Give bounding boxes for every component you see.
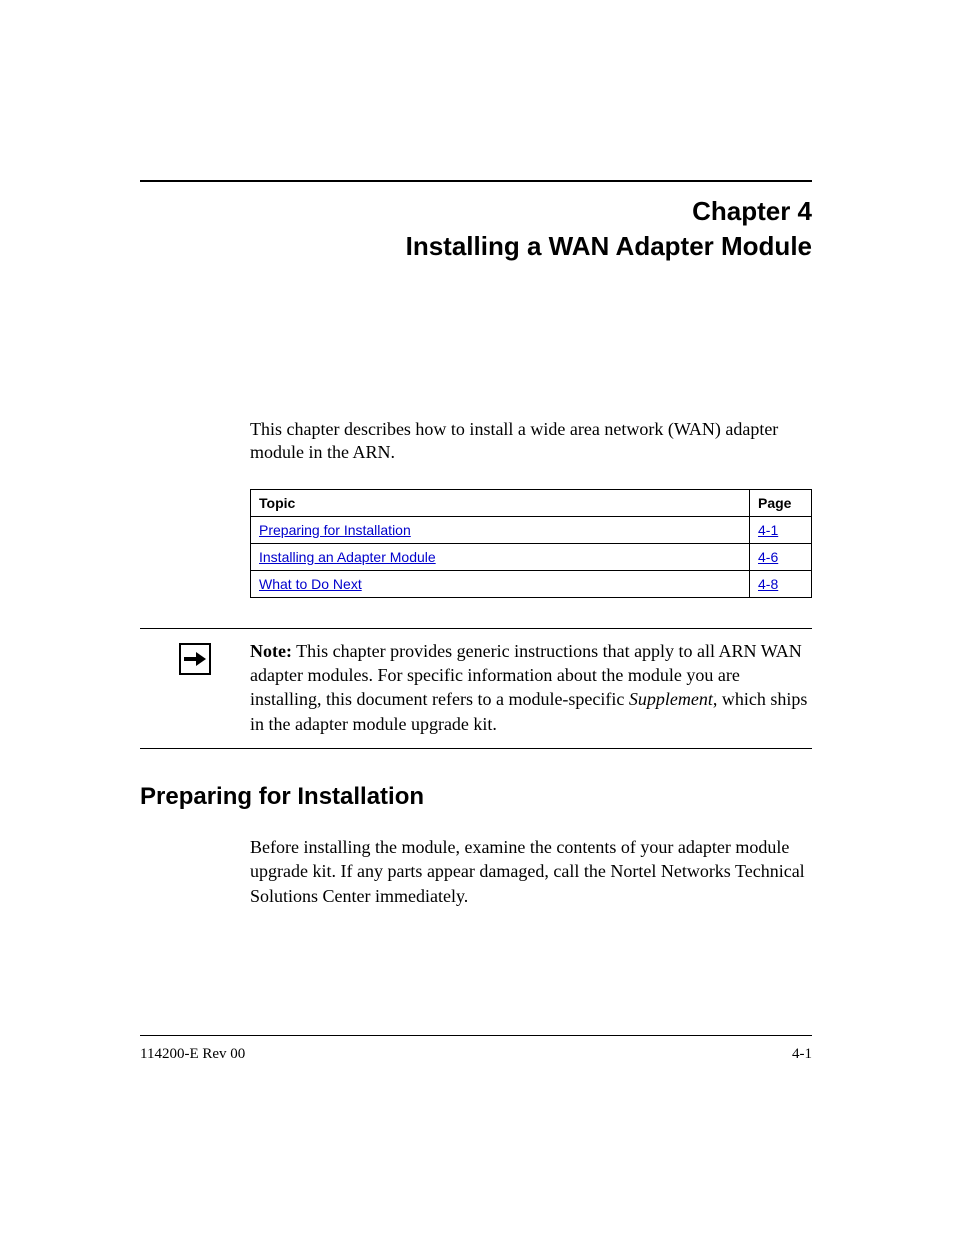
toc-page-next[interactable]: 4-8 (758, 576, 778, 592)
table-header-row: Topic Page (251, 489, 812, 516)
arrow-right-icon (179, 643, 211, 675)
toc-header-topic: Topic (251, 489, 750, 516)
toc-page-preparing[interactable]: 4-1 (758, 522, 778, 538)
note-block: Note: This chapter provides generic inst… (140, 628, 812, 749)
toc-header-page: Page (750, 489, 812, 516)
toc-link-preparing[interactable]: Preparing for Installation (259, 522, 411, 538)
chapter-title: Installing a WAN Adapter Module (140, 231, 812, 262)
intro-paragraph: This chapter describes how to install a … (250, 418, 812, 465)
section-body-preparing: Before installing the module, examine th… (250, 835, 812, 908)
note-label: Note: (250, 641, 292, 661)
footer-doc-id: 114200-E Rev 00 (140, 1046, 245, 1063)
table-row: Preparing for Installation 4-1 (251, 516, 812, 543)
toc-page-installing[interactable]: 4-6 (758, 549, 778, 565)
table-row: What to Do Next 4-8 (251, 570, 812, 597)
chapter-number: Chapter 4 (140, 196, 812, 227)
top-rule (140, 180, 812, 182)
toc-link-next[interactable]: What to Do Next (259, 576, 362, 592)
toc-table: Topic Page Preparing for Installation 4-… (250, 489, 812, 598)
toc-link-installing[interactable]: Installing an Adapter Module (259, 549, 436, 565)
footer-page-number: 4-1 (792, 1046, 812, 1063)
section-heading-preparing: Preparing for Installation (140, 783, 812, 811)
note-italic: Supplement (629, 689, 713, 709)
footer-rule (140, 1035, 812, 1036)
table-row: Installing an Adapter Module 4-6 (251, 543, 812, 570)
note-text: Note: This chapter provides generic inst… (250, 639, 812, 736)
